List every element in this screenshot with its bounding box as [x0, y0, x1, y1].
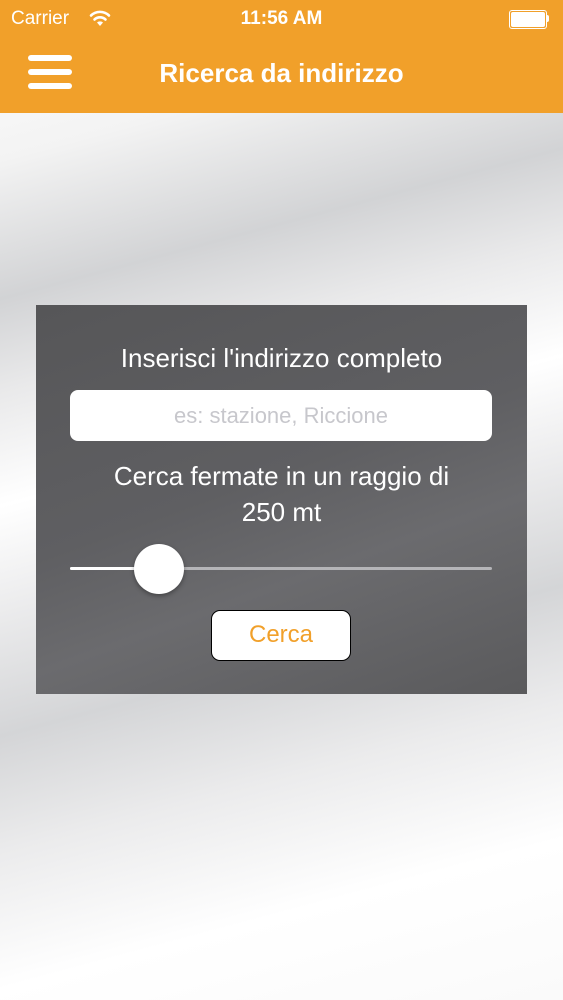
address-prompt-label: Inserisci l'indirizzo completo	[120, 343, 443, 373]
address-search-panel: Inserisci l'indirizzo completo Cerca fer…	[36, 305, 527, 694]
battery-level	[511, 12, 545, 27]
navigation-bar: Carrier 11:56 AM Ricerca da indirizzo	[0, 0, 563, 113]
radius-label-text: Cerca fermate in un raggio di	[113, 461, 450, 491]
battery-icon	[509, 10, 549, 29]
page-title: Ricerca da indirizzo	[159, 58, 404, 88]
address-input[interactable]	[70, 390, 492, 441]
radius-value: 250 mt	[241, 497, 322, 527]
status-time: 11:56 AM	[240, 8, 323, 29]
slider-thumb[interactable]	[133, 544, 184, 594]
search-button[interactable]: Cerca	[211, 610, 351, 661]
status-bar: Carrier 11:56 AM	[0, 0, 563, 38]
radius-slider[interactable]	[70, 544, 492, 594]
radius-label: Cerca fermate in un raggio di 250 mt	[36, 458, 527, 530]
